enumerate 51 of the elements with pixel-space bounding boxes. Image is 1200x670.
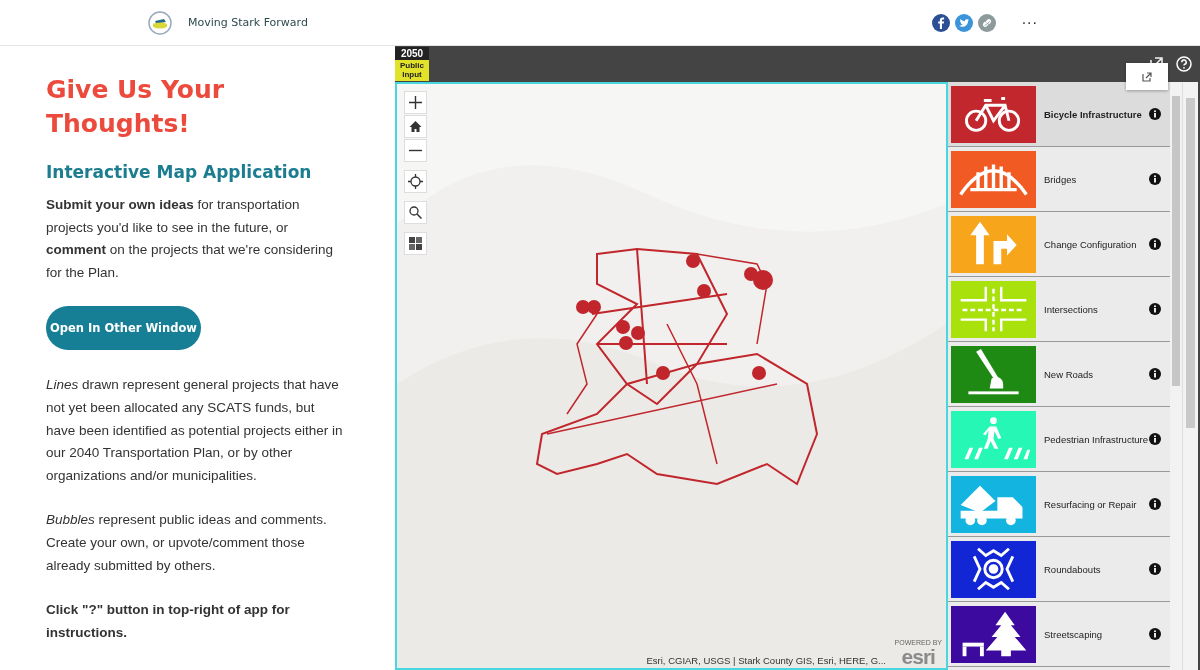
link-icon[interactable] xyxy=(977,13,996,32)
logo-icon[interactable] xyxy=(148,10,172,35)
info-icon[interactable] xyxy=(1149,238,1161,250)
map-attribution: Esri, CGIAR, USGS | Stark County GIS, Esri, HERE, G... xyxy=(646,655,886,666)
info-icon[interactable] xyxy=(1149,563,1161,575)
logo-label: Public Input xyxy=(395,60,429,81)
page-heading: Give Us Your Thoughts! xyxy=(46,74,226,140)
category-label: Pedestrian Infrastructure xyxy=(1043,433,1149,445)
info-icon[interactable] xyxy=(1149,303,1161,315)
zoom-in-button[interactable] xyxy=(404,91,427,114)
category-label: Intersections xyxy=(1043,303,1099,315)
zoom-out-button[interactable] xyxy=(404,139,427,162)
facebook-icon[interactable] xyxy=(931,13,950,32)
category-label: Resurfacing or Repair xyxy=(1043,498,1138,510)
search-button[interactable] xyxy=(404,201,427,224)
info-icon[interactable] xyxy=(1149,628,1161,640)
scrollbar[interactable] xyxy=(1182,82,1198,670)
category-label: Bicycle Infrastructure xyxy=(1043,108,1143,120)
home-button[interactable] xyxy=(404,115,427,138)
scrollbar[interactable] xyxy=(1170,82,1182,670)
esri-logo: esri xyxy=(901,646,935,667)
home-icon xyxy=(408,119,423,134)
section-heading: Interactive Map Application xyxy=(46,162,313,182)
external-link-icon[interactable] xyxy=(1141,70,1153,83)
plus-icon xyxy=(408,95,423,110)
category-item[interactable]: Bicycle Infrastructure xyxy=(948,82,1170,147)
intro-paragraph: Submit your own ideas for transportation projects you'd like to see in the future, or comment on the projects that we're considering for the Plan. xyxy=(46,196,334,282)
info-icon[interactable] xyxy=(1149,108,1161,120)
info-paragraph: Bubbles represent public ideas and comments. Create your own, or upvote/comment those already submitted by others. xyxy=(46,511,328,575)
info-icon[interactable] xyxy=(1149,173,1161,185)
category-label: Change Configuration xyxy=(1043,238,1138,250)
info-icon[interactable] xyxy=(1149,368,1161,380)
info-icon[interactable] xyxy=(1149,433,1161,445)
basemap-button[interactable] xyxy=(404,232,427,255)
category-label: Bridges xyxy=(1043,173,1078,185)
site-title: Moving Stark Forward xyxy=(188,16,308,29)
grid-icon xyxy=(408,236,423,251)
info-icon[interactable] xyxy=(1149,498,1161,510)
category-label: New Roads xyxy=(1043,368,1095,380)
info-paragraph: Click "?" button in top-right of app for instructions. xyxy=(46,601,291,642)
category-label: Roundabouts xyxy=(1043,563,1102,575)
more-button[interactable]: ··· xyxy=(1021,14,1038,31)
info-paragraph: Lines drawn represent general projects that have not yet been allocated any SCATS funds, but have been identified as potential projects either in our 2040 Transportation Plan, or by other organizations and/or municipalities. xyxy=(46,376,344,485)
help-icon[interactable] xyxy=(1176,56,1192,72)
locate-button[interactable] xyxy=(404,170,427,193)
open-window-button[interactable]: Open In Other Window xyxy=(46,306,201,351)
crosshair-icon xyxy=(408,174,423,189)
category-label: Streetscaping xyxy=(1043,628,1104,640)
logo-year: 2050 xyxy=(400,47,424,60)
twitter-icon[interactable] xyxy=(954,13,973,32)
search-icon xyxy=(408,205,423,220)
